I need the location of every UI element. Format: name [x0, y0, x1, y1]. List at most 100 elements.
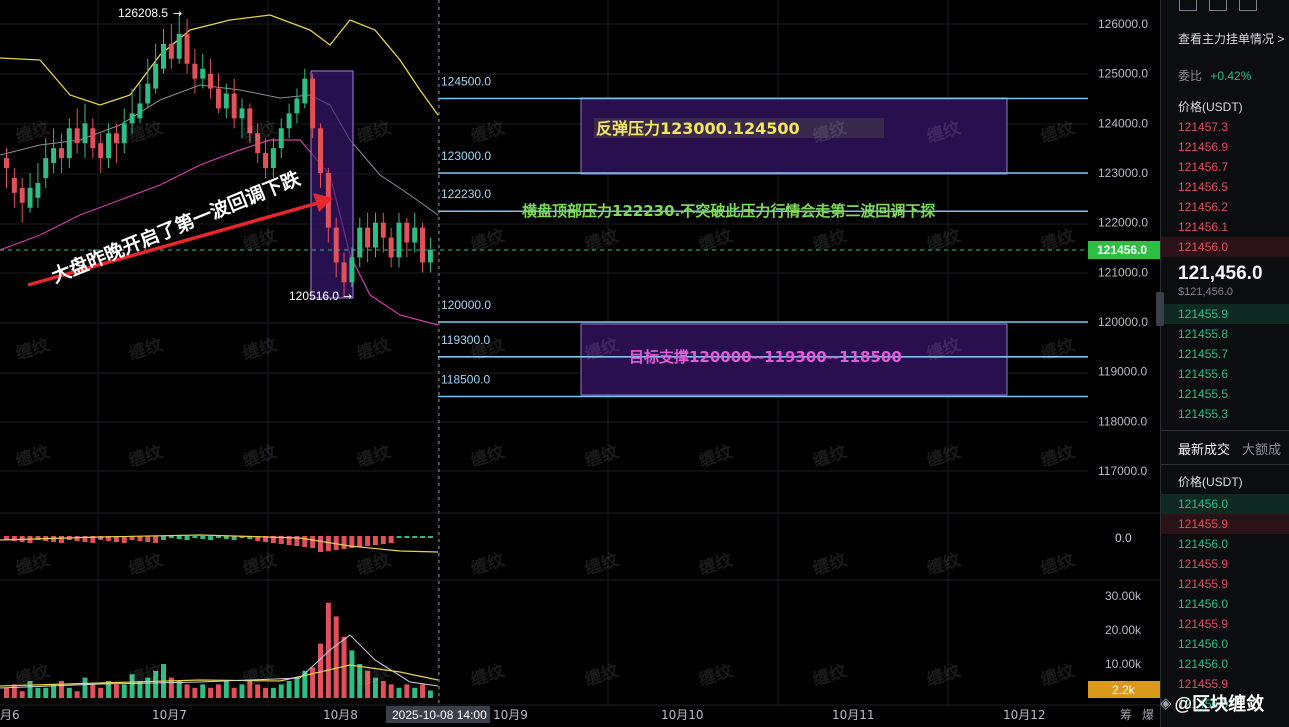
volume-bar	[192, 687, 198, 698]
orderbook-view-toggle[interactable]	[1161, 0, 1289, 16]
trade-row: 121455.9	[1178, 617, 1229, 631]
bid-row[interactable]: 121455.8	[1161, 324, 1289, 344]
target-support-text: 目标支撑120000--119300--118500	[629, 348, 902, 366]
candle-body	[427, 249, 433, 263]
volume-bar	[176, 681, 182, 698]
orderbook-asks-icon[interactable]	[1239, 0, 1257, 11]
trade-row: 121455.9	[1178, 557, 1229, 571]
trade-row: 121456.0	[1178, 637, 1229, 651]
corner-label-left[interactable]: 筹	[1120, 708, 1132, 722]
time-tick-label: 月6	[0, 708, 20, 722]
volume-bar	[27, 681, 33, 698]
candle-body	[176, 33, 182, 59]
orderbook-both-icon[interactable]	[1179, 0, 1197, 11]
macd-bar	[176, 536, 182, 539]
tab-large-trades[interactable]: 大额成	[1242, 439, 1281, 458]
chart-canvas[interactable]: 大盘昨晚开启了第一波回调下跌 反弹压力123000.124500 横盘顶部压力1…	[0, 0, 1160, 727]
trades-list: 121456.0 121455.9 121456.0 121455.9 121455.9…	[1161, 494, 1289, 714]
chevron-right-icon: >	[1277, 32, 1285, 46]
orderbook-price-header: 价格(USDT)	[1178, 100, 1243, 114]
high-price-label: 126208.5	[118, 6, 168, 20]
trade-row: 121456.0	[1178, 657, 1229, 671]
volume-bar	[396, 687, 402, 698]
ask-row[interactable]: 121456.1	[1161, 217, 1289, 237]
volume-bar	[145, 677, 151, 698]
volume-bar	[263, 687, 269, 698]
orderbook-bids-icon[interactable]	[1209, 0, 1227, 11]
candle-body	[412, 227, 418, 243]
candle-body	[396, 222, 402, 258]
macd-bar	[153, 536, 159, 543]
candle-body	[4, 158, 9, 169]
trade-row: 121456.0	[1178, 537, 1229, 551]
macd-bar	[388, 536, 394, 543]
macd-bar	[184, 536, 190, 540]
price-tick-label: 125000.0	[1098, 67, 1148, 81]
candle-body	[231, 93, 237, 119]
level-label: 120000.0	[441, 298, 491, 312]
volume-bar	[420, 684, 426, 698]
asks-list: 121457.3 121456.9 121456.7 121456.5 121456.2…	[1161, 117, 1289, 257]
candle-body	[208, 73, 214, 89]
price-tick-label: 124000.0	[1098, 116, 1148, 130]
candle-body	[82, 123, 88, 144]
last-price: 121,456.0	[1178, 263, 1263, 284]
main-orders-link[interactable]: 查看主力挂单情况 >	[1161, 16, 1289, 47]
ask-row[interactable]: 121456.7	[1161, 157, 1289, 177]
candlestick-chart-area[interactable]: 大盘昨晚开启了第一波回调下跌 反弹压力123000.124500 横盘顶部压力1…	[0, 0, 1160, 727]
macd-bar	[145, 536, 151, 542]
macd-bar	[223, 536, 229, 539]
candle-body	[239, 108, 245, 119]
volume-bar	[333, 616, 339, 698]
ask-row[interactable]: 121456.5	[1161, 177, 1289, 197]
bid-row[interactable]: 121455.5	[1161, 384, 1289, 404]
volume-bar	[404, 684, 410, 698]
bid-row[interactable]: 121455.7	[1161, 344, 1289, 364]
tab-latest-trades[interactable]: 最新成交	[1178, 439, 1230, 458]
macd-bar	[168, 536, 174, 538]
ask-row[interactable]: 121456.0	[1161, 237, 1289, 257]
high-price-arrow: →	[173, 7, 182, 20]
candle-body	[113, 133, 119, 144]
ask-row[interactable]: 121456.2	[1161, 197, 1289, 217]
candle-body	[302, 78, 308, 104]
price-tick-label: 123000.0	[1098, 166, 1148, 180]
volume-bar	[4, 687, 9, 698]
trades-tabs[interactable]: 最新成交 大额成	[1161, 431, 1289, 458]
ask-row[interactable]: 121456.9	[1161, 137, 1289, 157]
volume-ma-line-yellow	[0, 664, 439, 687]
macd-bar	[192, 536, 198, 538]
candle-body	[420, 227, 426, 263]
volume-bar	[200, 684, 206, 698]
price-tick-label: 121000.0	[1098, 265, 1148, 279]
candles-group	[4, 13, 433, 297]
volume-bar	[98, 687, 104, 698]
bid-row[interactable]: 121455.9	[1161, 304, 1289, 324]
candle-body	[35, 182, 41, 198]
bid-row[interactable]: 121455.3	[1161, 404, 1289, 424]
candle-body	[286, 113, 292, 129]
volume-bar	[223, 681, 229, 698]
last-price-block: 121,456.0 $121,456.0	[1161, 257, 1289, 298]
candle-body	[341, 262, 347, 283]
macd-bar	[325, 536, 331, 551]
macd-bar	[412, 536, 418, 538]
candle-body	[66, 128, 72, 159]
trade-row: 121456.0	[1161, 494, 1289, 514]
candle-body	[215, 88, 221, 109]
bid-row[interactable]: 121455.6	[1161, 364, 1289, 384]
macd-bar	[420, 536, 426, 538]
candle-body	[380, 222, 386, 238]
candle-body	[372, 222, 378, 248]
ask-row[interactable]: 121457.3	[1161, 117, 1289, 137]
panel-collapse-handle[interactable]	[1156, 292, 1164, 326]
volume-bar	[82, 677, 88, 698]
volume-bar	[247, 681, 253, 698]
orderbook-panel[interactable]: 查看主力挂单情况 > 委比 +0.42% 价格(USDT) 121457.3 12…	[1160, 0, 1289, 727]
volume-bar	[357, 664, 363, 698]
macd-bar	[302, 536, 308, 547]
volume-bar	[270, 687, 276, 698]
candle-body	[333, 227, 339, 263]
macd-zero-label: 0.0	[1115, 531, 1132, 545]
corner-label-right[interactable]: 爆	[1142, 708, 1154, 722]
